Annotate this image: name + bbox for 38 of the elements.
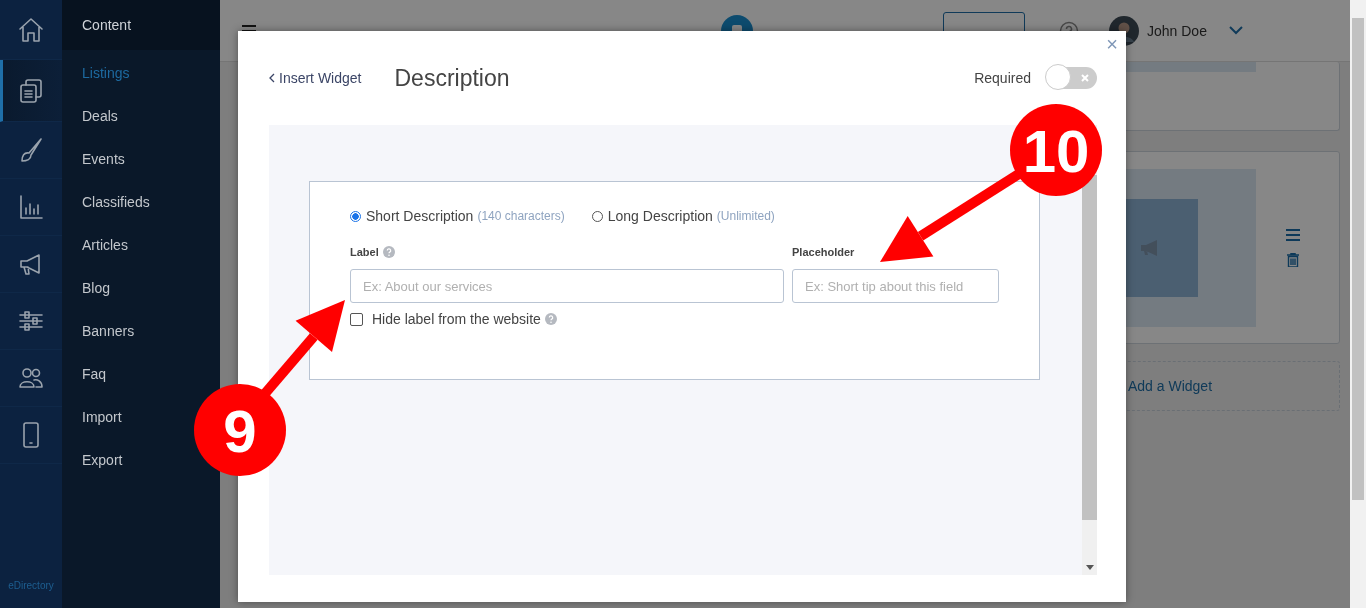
callout-badge: 10 <box>1010 104 1102 196</box>
trash-icon[interactable] <box>1287 252 1299 267</box>
sidebar-tab[interactable] <box>0 60 62 122</box>
required-toggle[interactable] <box>1046 67 1097 89</box>
menu-item[interactable]: Classifieds <box>82 180 150 223</box>
dialog-title: Description <box>394 64 510 92</box>
placeholder-input[interactable]: Ex: Short tip about this field <box>792 269 999 303</box>
menu-title: Content <box>62 0 220 50</box>
menu-item[interactable]: Articles <box>82 223 128 266</box>
menu-item[interactable]: Deals <box>82 94 118 137</box>
toggle-label: Required <box>974 70 1031 86</box>
chart-icon <box>17 193 45 221</box>
callout-badge: 9 <box>194 384 286 476</box>
menu-item[interactable]: Banners <box>82 309 135 352</box>
brand-text: eDirectory <box>7 580 55 591</box>
label-input[interactable]: Ex: About our services <box>350 269 784 303</box>
radio-option[interactable]: Short Description (140 characters) <box>350 208 565 224</box>
scrollbar[interactable] <box>1350 0 1366 608</box>
scroll-down-icon[interactable] <box>1086 565 1094 570</box>
menu-item[interactable]: Export <box>82 438 123 481</box>
home-icon <box>17 15 45 44</box>
documents-icon <box>17 76 45 105</box>
chevron-down-icon[interactable] <box>1228 26 1243 35</box>
drag-handle-icon[interactable] <box>1286 228 1300 241</box>
menu-item[interactable]: Events <box>82 137 125 180</box>
user-name[interactable]: John Doe <box>1147 22 1207 39</box>
checkbox[interactable] <box>350 312 363 326</box>
checkbox-label[interactable]: Hide label from the website <box>372 311 541 327</box>
menu-item[interactable]: Faq <box>82 352 107 395</box>
radio-option[interactable]: Long Description (Unlimited) <box>591 208 775 224</box>
menu-item[interactable]: Blog <box>82 266 111 309</box>
close-icon <box>1081 74 1089 82</box>
field-label: Placeholder <box>792 246 855 258</box>
scrollbar[interactable] <box>1082 201 1097 575</box>
chevron-left-icon <box>269 73 275 83</box>
field-label: Label <box>350 246 379 258</box>
menu-item[interactable]: Import <box>82 395 122 438</box>
back-link[interactable]: Insert Widget <box>269 70 362 86</box>
